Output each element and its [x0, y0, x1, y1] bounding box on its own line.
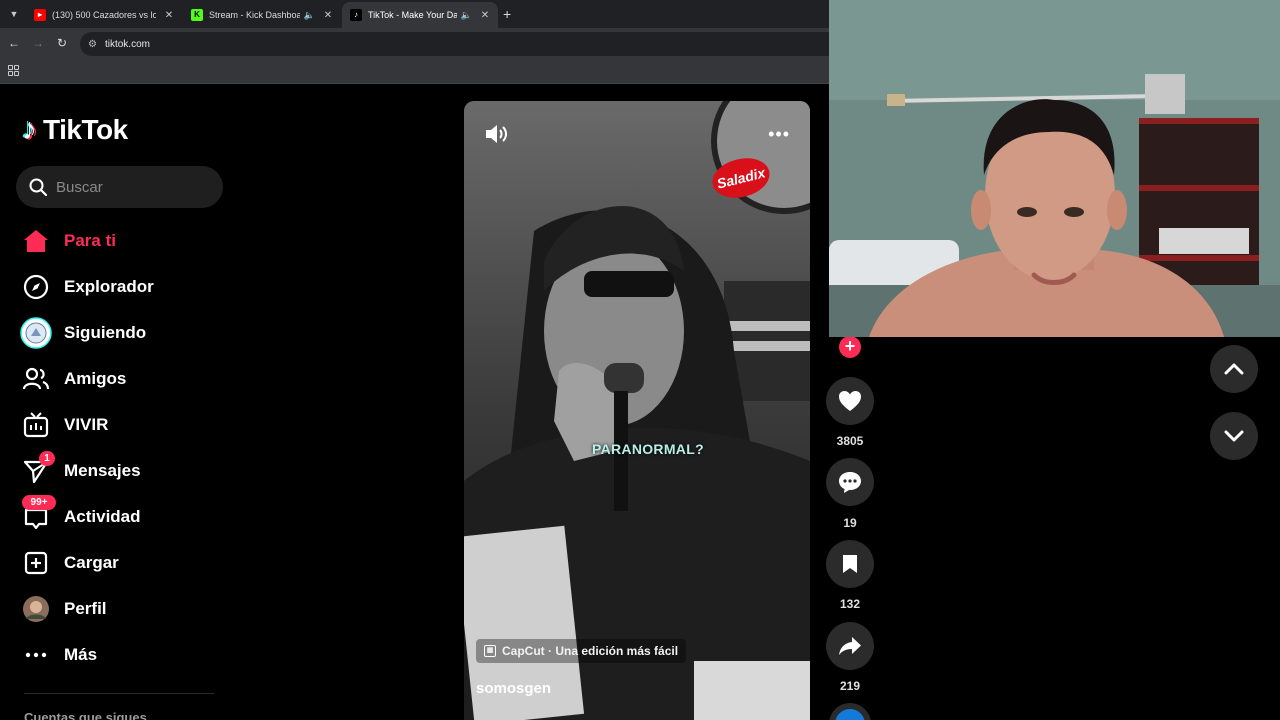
chevron-up-icon [1224, 363, 1244, 375]
browser-tab-kick[interactable]: K Stream - Kick Dashboard 🔈 ✕ [183, 2, 341, 28]
tab-audio-icon[interactable]: 🔈 [304, 10, 315, 21]
tab-audio-icon[interactable]: 🔈 [461, 10, 472, 21]
volume-icon[interactable] [484, 123, 508, 150]
url-field[interactable]: ⚙ tiktok.com [80, 32, 840, 56]
new-tab-button[interactable]: + [503, 6, 511, 22]
tab-close-icon[interactable]: ✕ [323, 10, 333, 21]
comment-button[interactable] [826, 458, 874, 506]
save-count: 132 [839, 597, 861, 611]
activity-badge: 99+ [22, 495, 56, 510]
video-author[interactable]: somosgen [476, 680, 551, 697]
share-button[interactable] [826, 622, 874, 670]
browser-tab-youtube[interactable]: ▸ (130) 500 Cazadores vs los Jug ✕ [26, 2, 182, 28]
sidebar-item-perfil[interactable]: Perfil [20, 586, 220, 632]
sidebar-item-label: Siguiendo [64, 323, 147, 342]
share-arrow-icon [839, 637, 861, 655]
chevron-down-icon [1224, 430, 1244, 442]
sidebar-item-actividad[interactable]: Actividad 99+ [20, 494, 220, 540]
comment-count: 19 [843, 516, 857, 530]
profile-avatar-icon [20, 593, 52, 625]
browser-tab-tiktok[interactable]: ♪ TikTok - Make Your Day 🔈 ✕ [342, 2, 498, 28]
sidebar-item-amigos[interactable]: Amigos [20, 356, 220, 402]
bookmark-icon [843, 555, 857, 573]
sidebar-item-label: Amigos [64, 369, 127, 388]
friends-icon [20, 363, 52, 395]
tab-search-chevron-icon[interactable]: ▼ [6, 6, 22, 22]
sidebar-divider [24, 693, 214, 694]
webcam-feed [829, 0, 1280, 337]
capcut-link[interactable]: ▦ CapCut · Una edición más fácil [476, 639, 687, 663]
more-icon [20, 639, 52, 671]
video-frame [464, 101, 810, 720]
sidebar-item-label: VIVIR [64, 415, 109, 434]
sidebar-item-label: Perfil [64, 599, 107, 618]
sidebar-item-explorador[interactable]: Explorador [20, 264, 220, 310]
like-button[interactable] [826, 377, 874, 425]
capcut-label: CapCut · Una edición más fácil [502, 644, 679, 658]
save-button[interactable] [826, 540, 874, 588]
reload-icon[interactable]: ↻ [54, 36, 70, 50]
search-box[interactable] [16, 166, 223, 208]
compass-icon [20, 271, 52, 303]
following-avatar-icon [20, 317, 52, 349]
sidebar-item-mensajes[interactable]: Mensajes 1 [20, 448, 220, 494]
tab-title: Stream - Kick Dashboard [209, 10, 300, 20]
forward-arrow-icon[interactable]: → [30, 36, 46, 50]
tiktok-logo[interactable]: ♪ TikTok [22, 110, 128, 150]
tab-title: TikTok - Make Your Day [368, 10, 457, 20]
sidebar-item-siguiendo[interactable]: Siguiendo [20, 310, 220, 356]
tiktok-note-icon: ♪ [22, 113, 37, 146]
url-text: tiktok.com [104, 38, 150, 50]
sidebar-item-label: Explorador [64, 277, 154, 296]
follow-button[interactable]: + [839, 336, 861, 358]
tab-title: (130) 500 Cazadores vs los Jug [52, 10, 156, 20]
search-input[interactable] [56, 178, 206, 196]
live-tv-icon [20, 409, 52, 441]
video-player[interactable]: ••• Saladix PARANORMAL? ▦ CapCut · Una e… [464, 101, 810, 720]
upload-icon [20, 547, 52, 579]
video-more-options-icon[interactable]: ••• [768, 125, 790, 143]
tab-close-icon[interactable]: ✕ [164, 10, 174, 21]
webcam-overlay [829, 0, 1280, 337]
youtube-icon: ▸ [34, 9, 46, 21]
sidebar-item-label: Para ti [64, 231, 116, 250]
sidebar-item-para-ti[interactable]: Para ti [20, 218, 220, 264]
apps-grid-icon[interactable] [8, 65, 19, 76]
back-arrow-icon[interactable]: ← [6, 36, 22, 50]
tiktok-icon: ♪ [350, 9, 362, 21]
sidebar-nav: Para ti Explorador Siguiendo Amigos VIVI… [20, 218, 220, 678]
site-info-icon[interactable]: ⚙ [88, 39, 97, 50]
search-icon [29, 178, 48, 197]
comment-icon [839, 472, 861, 493]
sidebar-item-label: Actividad [64, 507, 141, 526]
next-video-button[interactable] [1210, 412, 1258, 460]
sidebar-item-vivir[interactable]: VIVIR [20, 402, 220, 448]
capcut-icon: ▦ [484, 645, 496, 657]
sidebar-item-mas[interactable]: Más [20, 632, 220, 678]
previous-video-button[interactable] [1210, 345, 1258, 393]
sidebar-item-cargar[interactable]: Cargar [20, 540, 220, 586]
sidebar-item-label: Más [64, 645, 98, 664]
share-count: 219 [839, 679, 861, 693]
kick-icon: K [191, 9, 203, 21]
following-accounts-header: Cuentas que sigues [24, 710, 147, 720]
video-caption-overlay: PARANORMAL? [592, 441, 704, 457]
brand-name: TikTok [43, 114, 128, 145]
home-icon [20, 225, 52, 257]
messages-badge: 1 [39, 451, 55, 466]
heart-icon [839, 391, 861, 411]
sidebar-item-label: Mensajes [64, 461, 141, 480]
like-count: 3805 [836, 434, 864, 448]
tab-close-icon[interactable]: ✕ [480, 10, 490, 21]
sidebar-item-label: Cargar [64, 553, 119, 572]
music-disc-icon[interactable] [829, 703, 871, 720]
